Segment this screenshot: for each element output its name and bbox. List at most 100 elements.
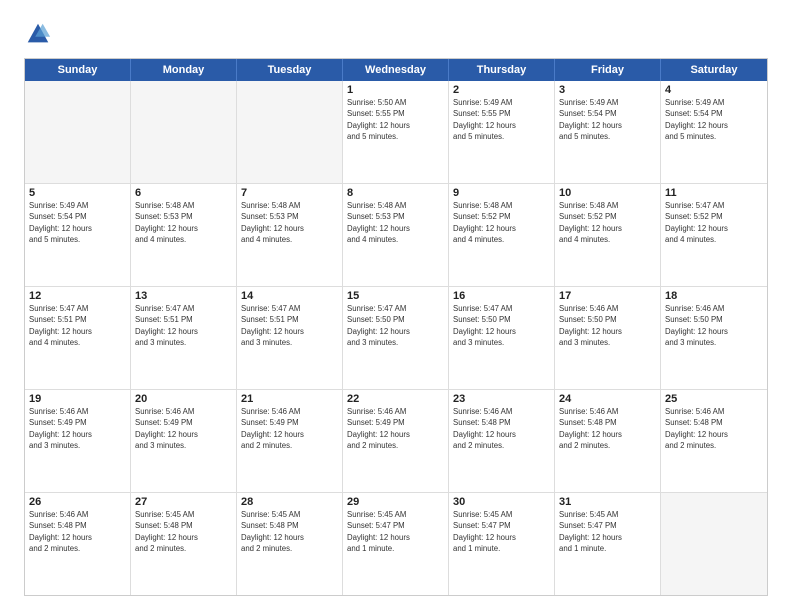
calendar-cell: 12Sunrise: 5:47 AM Sunset: 5:51 PM Dayli… [25, 287, 131, 389]
day-number: 19 [29, 393, 126, 405]
day-number: 20 [135, 393, 232, 405]
day-number: 12 [29, 290, 126, 302]
weekday-header: Wednesday [343, 59, 449, 81]
calendar-cell: 3Sunrise: 5:49 AM Sunset: 5:54 PM Daylig… [555, 81, 661, 183]
calendar-cell: 25Sunrise: 5:46 AM Sunset: 5:48 PM Dayli… [661, 390, 767, 492]
day-number: 29 [347, 496, 444, 508]
cell-info: Sunrise: 5:46 AM Sunset: 5:50 PM Dayligh… [559, 303, 656, 348]
calendar-cell [25, 81, 131, 183]
calendar-cell: 9Sunrise: 5:48 AM Sunset: 5:52 PM Daylig… [449, 184, 555, 286]
weekday-header: Saturday [661, 59, 767, 81]
calendar: SundayMondayTuesdayWednesdayThursdayFrid… [24, 58, 768, 596]
calendar-cell: 2Sunrise: 5:49 AM Sunset: 5:55 PM Daylig… [449, 81, 555, 183]
calendar-cell: 22Sunrise: 5:46 AM Sunset: 5:49 PM Dayli… [343, 390, 449, 492]
day-number: 7 [241, 187, 338, 199]
calendar-cell: 30Sunrise: 5:45 AM Sunset: 5:47 PM Dayli… [449, 493, 555, 595]
cell-info: Sunrise: 5:46 AM Sunset: 5:48 PM Dayligh… [453, 406, 550, 451]
day-number: 9 [453, 187, 550, 199]
day-number: 2 [453, 84, 550, 96]
cell-info: Sunrise: 5:49 AM Sunset: 5:54 PM Dayligh… [559, 97, 656, 142]
calendar-cell: 23Sunrise: 5:46 AM Sunset: 5:48 PM Dayli… [449, 390, 555, 492]
calendar-cell: 5Sunrise: 5:49 AM Sunset: 5:54 PM Daylig… [25, 184, 131, 286]
day-number: 31 [559, 496, 656, 508]
calendar-cell: 4Sunrise: 5:49 AM Sunset: 5:54 PM Daylig… [661, 81, 767, 183]
cell-info: Sunrise: 5:47 AM Sunset: 5:52 PM Dayligh… [665, 200, 763, 245]
calendar-body: 1Sunrise: 5:50 AM Sunset: 5:55 PM Daylig… [25, 81, 767, 595]
weekday-header: Tuesday [237, 59, 343, 81]
cell-info: Sunrise: 5:45 AM Sunset: 5:47 PM Dayligh… [347, 509, 444, 554]
cell-info: Sunrise: 5:46 AM Sunset: 5:49 PM Dayligh… [29, 406, 126, 451]
day-number: 23 [453, 393, 550, 405]
day-number: 10 [559, 187, 656, 199]
day-number: 22 [347, 393, 444, 405]
calendar-cell: 24Sunrise: 5:46 AM Sunset: 5:48 PM Dayli… [555, 390, 661, 492]
day-number: 15 [347, 290, 444, 302]
calendar-row: 1Sunrise: 5:50 AM Sunset: 5:55 PM Daylig… [25, 81, 767, 184]
calendar-cell: 8Sunrise: 5:48 AM Sunset: 5:53 PM Daylig… [343, 184, 449, 286]
cell-info: Sunrise: 5:46 AM Sunset: 5:49 PM Dayligh… [347, 406, 444, 451]
weekday-header: Monday [131, 59, 237, 81]
weekday-header: Thursday [449, 59, 555, 81]
cell-info: Sunrise: 5:46 AM Sunset: 5:49 PM Dayligh… [241, 406, 338, 451]
calendar-row: 12Sunrise: 5:47 AM Sunset: 5:51 PM Dayli… [25, 287, 767, 390]
cell-info: Sunrise: 5:49 AM Sunset: 5:54 PM Dayligh… [665, 97, 763, 142]
calendar-header: SundayMondayTuesdayWednesdayThursdayFrid… [25, 59, 767, 81]
cell-info: Sunrise: 5:47 AM Sunset: 5:51 PM Dayligh… [29, 303, 126, 348]
day-number: 8 [347, 187, 444, 199]
calendar-cell: 13Sunrise: 5:47 AM Sunset: 5:51 PM Dayli… [131, 287, 237, 389]
calendar-cell: 18Sunrise: 5:46 AM Sunset: 5:50 PM Dayli… [661, 287, 767, 389]
cell-info: Sunrise: 5:46 AM Sunset: 5:48 PM Dayligh… [559, 406, 656, 451]
calendar-cell: 29Sunrise: 5:45 AM Sunset: 5:47 PM Dayli… [343, 493, 449, 595]
day-number: 1 [347, 84, 444, 96]
day-number: 13 [135, 290, 232, 302]
calendar-cell: 1Sunrise: 5:50 AM Sunset: 5:55 PM Daylig… [343, 81, 449, 183]
calendar-cell: 28Sunrise: 5:45 AM Sunset: 5:48 PM Dayli… [237, 493, 343, 595]
day-number: 27 [135, 496, 232, 508]
calendar-cell: 7Sunrise: 5:48 AM Sunset: 5:53 PM Daylig… [237, 184, 343, 286]
cell-info: Sunrise: 5:45 AM Sunset: 5:48 PM Dayligh… [135, 509, 232, 554]
calendar-row: 26Sunrise: 5:46 AM Sunset: 5:48 PM Dayli… [25, 493, 767, 595]
day-number: 5 [29, 187, 126, 199]
day-number: 25 [665, 393, 763, 405]
cell-info: Sunrise: 5:47 AM Sunset: 5:50 PM Dayligh… [347, 303, 444, 348]
calendar-cell: 17Sunrise: 5:46 AM Sunset: 5:50 PM Dayli… [555, 287, 661, 389]
calendar-cell: 21Sunrise: 5:46 AM Sunset: 5:49 PM Dayli… [237, 390, 343, 492]
cell-info: Sunrise: 5:46 AM Sunset: 5:48 PM Dayligh… [29, 509, 126, 554]
cell-info: Sunrise: 5:49 AM Sunset: 5:55 PM Dayligh… [453, 97, 550, 142]
day-number: 24 [559, 393, 656, 405]
cell-info: Sunrise: 5:46 AM Sunset: 5:50 PM Dayligh… [665, 303, 763, 348]
calendar-cell: 19Sunrise: 5:46 AM Sunset: 5:49 PM Dayli… [25, 390, 131, 492]
day-number: 18 [665, 290, 763, 302]
cell-info: Sunrise: 5:49 AM Sunset: 5:54 PM Dayligh… [29, 200, 126, 245]
cell-info: Sunrise: 5:45 AM Sunset: 5:47 PM Dayligh… [453, 509, 550, 554]
calendar-cell: 11Sunrise: 5:47 AM Sunset: 5:52 PM Dayli… [661, 184, 767, 286]
day-number: 21 [241, 393, 338, 405]
cell-info: Sunrise: 5:45 AM Sunset: 5:47 PM Dayligh… [559, 509, 656, 554]
calendar-cell: 6Sunrise: 5:48 AM Sunset: 5:53 PM Daylig… [131, 184, 237, 286]
weekday-header: Sunday [25, 59, 131, 81]
calendar-cell: 26Sunrise: 5:46 AM Sunset: 5:48 PM Dayli… [25, 493, 131, 595]
day-number: 26 [29, 496, 126, 508]
day-number: 6 [135, 187, 232, 199]
calendar-cell: 16Sunrise: 5:47 AM Sunset: 5:50 PM Dayli… [449, 287, 555, 389]
cell-info: Sunrise: 5:48 AM Sunset: 5:53 PM Dayligh… [347, 200, 444, 245]
calendar-cell [237, 81, 343, 183]
calendar-cell [131, 81, 237, 183]
calendar-cell: 31Sunrise: 5:45 AM Sunset: 5:47 PM Dayli… [555, 493, 661, 595]
day-number: 17 [559, 290, 656, 302]
calendar-cell [661, 493, 767, 595]
calendar-row: 5Sunrise: 5:49 AM Sunset: 5:54 PM Daylig… [25, 184, 767, 287]
day-number: 4 [665, 84, 763, 96]
day-number: 14 [241, 290, 338, 302]
calendar-cell: 10Sunrise: 5:48 AM Sunset: 5:52 PM Dayli… [555, 184, 661, 286]
cell-info: Sunrise: 5:48 AM Sunset: 5:52 PM Dayligh… [453, 200, 550, 245]
cell-info: Sunrise: 5:46 AM Sunset: 5:48 PM Dayligh… [665, 406, 763, 451]
cell-info: Sunrise: 5:47 AM Sunset: 5:51 PM Dayligh… [135, 303, 232, 348]
header [24, 20, 768, 48]
day-number: 30 [453, 496, 550, 508]
cell-info: Sunrise: 5:48 AM Sunset: 5:52 PM Dayligh… [559, 200, 656, 245]
calendar-cell: 20Sunrise: 5:46 AM Sunset: 5:49 PM Dayli… [131, 390, 237, 492]
calendar-cell: 15Sunrise: 5:47 AM Sunset: 5:50 PM Dayli… [343, 287, 449, 389]
cell-info: Sunrise: 5:45 AM Sunset: 5:48 PM Dayligh… [241, 509, 338, 554]
day-number: 3 [559, 84, 656, 96]
